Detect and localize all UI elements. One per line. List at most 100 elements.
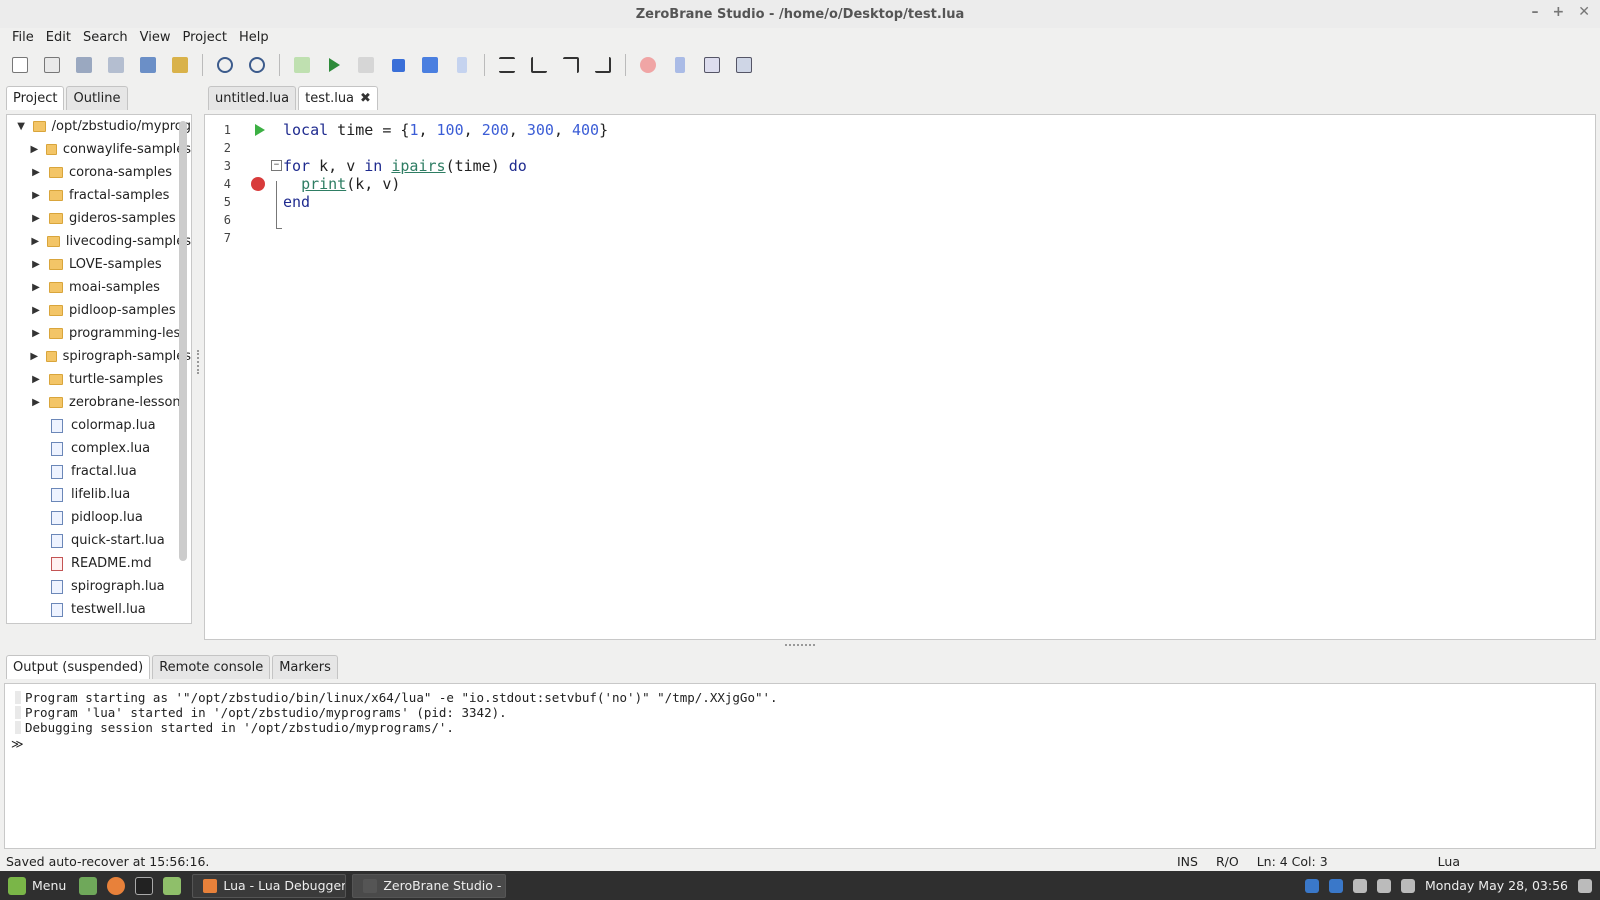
tree-folder[interactable]: ▶ livecoding-samples [7, 230, 191, 253]
bluetooth-icon[interactable] [1328, 878, 1343, 893]
tree-folder[interactable]: ▶ zerobrane-lessons [7, 391, 191, 414]
tree-file[interactable]: testwell.lua [7, 598, 191, 621]
collapsed-arrow-icon[interactable]: ▶ [29, 167, 43, 178]
menu-project[interactable]: Project [176, 28, 232, 48]
tree-file[interactable]: colormap.lua [7, 414, 191, 437]
tree-folder[interactable]: ▶ programming-less [7, 322, 191, 345]
project-dir-choose-icon [172, 57, 188, 73]
collapsed-arrow-icon[interactable]: ▶ [29, 144, 40, 155]
user-icon[interactable] [1352, 878, 1367, 893]
tab-test-lua[interactable]: test.lua ✖ [298, 86, 378, 110]
tree-file[interactable]: README.md [7, 552, 191, 575]
stop-button[interactable] [384, 52, 412, 78]
tree-file[interactable]: quick-start.lua [7, 529, 191, 552]
tab-markers[interactable]: Markers [272, 655, 338, 679]
project-dir-choose-button[interactable] [166, 52, 194, 78]
run-as-scratchpad-button[interactable] [288, 52, 316, 78]
collapsed-arrow-icon[interactable]: ▶ [29, 305, 43, 316]
menu-file[interactable]: File [6, 28, 40, 48]
collapsed-arrow-icon[interactable]: ▶ [29, 374, 43, 385]
find-button[interactable] [211, 52, 239, 78]
volume-icon[interactable] [1578, 878, 1592, 893]
tree-folder[interactable]: ▶ conwaylife-samples [7, 138, 191, 161]
start-menu-button[interactable]: Menu [0, 876, 74, 895]
tree-folder[interactable]: ▶ gideros-samples [7, 207, 191, 230]
new-file-button[interactable] [6, 52, 34, 78]
step-into-button[interactable] [493, 52, 521, 78]
step-out-button[interactable] [557, 52, 585, 78]
tree-file[interactable]: spirograph.lua [7, 575, 191, 598]
collapsed-arrow-icon[interactable]: ▶ [29, 351, 40, 362]
save-button[interactable] [70, 52, 98, 78]
tree-folder[interactable]: ▶ fractal-samples [7, 184, 191, 207]
clock[interactable]: Monday May 28, 03:56 [1425, 878, 1568, 893]
brightness-icon[interactable] [1400, 878, 1415, 893]
menu-help[interactable]: Help [233, 28, 275, 48]
collapsed-arrow-icon[interactable]: ▶ [29, 259, 43, 270]
shield-icon[interactable] [1304, 878, 1319, 893]
run-to-cursor-button[interactable] [352, 52, 380, 78]
tree-folder[interactable]: ▶ spirograph-samples [7, 345, 191, 368]
tab-output[interactable]: Output (suspended) [6, 655, 151, 679]
stack-window-button[interactable] [698, 52, 726, 78]
firefox-icon[interactable] [107, 876, 126, 895]
project-dir-button[interactable] [134, 52, 162, 78]
breakpoint-icon[interactable] [251, 177, 265, 191]
watch-window-button[interactable] [730, 52, 758, 78]
close-window-button[interactable]: ✕ [1578, 4, 1590, 20]
collapsed-arrow-icon[interactable]: ▶ [29, 328, 43, 339]
task-zerobrane[interactable]: ZeroBrane Studio - /... [352, 873, 507, 898]
fold-toggle-icon[interactable]: − [271, 160, 282, 171]
menu-view[interactable]: View [134, 28, 177, 48]
wifi-icon[interactable] [1376, 878, 1391, 893]
save-all-button[interactable] [102, 52, 130, 78]
tree-root[interactable]: ▼ /opt/zbstudio/myprog [7, 115, 191, 138]
tree-file[interactable]: complex.lua [7, 437, 191, 460]
expanded-arrow-icon[interactable]: ▼ [15, 121, 27, 132]
terminal-icon[interactable] [135, 876, 154, 895]
tab-untitled-lua[interactable]: untitled.lua [208, 86, 297, 110]
task-lua-debugger[interactable]: Lua - Lua Debugger ... [192, 873, 347, 898]
run-to-button[interactable] [589, 52, 617, 78]
menu-edit[interactable]: Edit [40, 28, 77, 48]
collapsed-arrow-icon[interactable]: ▶ [29, 282, 43, 293]
step-over-button[interactable] [525, 52, 553, 78]
editor-gutter[interactable]: 1 2 3− 4 5 6 7 [205, 121, 282, 247]
tree-file[interactable]: lifelib.lua [7, 483, 191, 506]
tree-folder[interactable]: ▶ corona-samples [7, 161, 191, 184]
continue-button[interactable] [416, 52, 444, 78]
maximize-button[interactable]: + [1553, 4, 1565, 20]
lua-file-icon [51, 441, 63, 456]
menu-search[interactable]: Search [77, 28, 134, 48]
collapsed-arrow-icon[interactable]: ▶ [29, 190, 43, 201]
run-button[interactable] [320, 52, 348, 78]
tab-remote-console[interactable]: Remote console [152, 655, 271, 679]
tab-outline[interactable]: Outline [66, 86, 128, 110]
tree-folder[interactable]: ▶ moai-samples [7, 276, 191, 299]
tree-file[interactable]: fractal.lua [7, 460, 191, 483]
horizontal-splitter[interactable] [785, 644, 815, 646]
vertical-splitter[interactable] [197, 350, 199, 374]
find-in-files-button[interactable] [243, 52, 271, 78]
show-desktop-icon[interactable] [79, 876, 98, 895]
code-text[interactable]: local time = {1, 100, 200, 300, 400} for… [283, 121, 608, 247]
collapsed-arrow-icon[interactable]: ▶ [29, 397, 43, 408]
tab-project[interactable]: Project [6, 86, 65, 110]
tree-scrollbar[interactable] [179, 121, 187, 561]
close-tab-icon[interactable]: ✖ [360, 91, 371, 106]
toggle-breakpoint-button[interactable] [634, 52, 662, 78]
tree-folder[interactable]: ▶ turtle-samples [7, 368, 191, 391]
console-prompt[interactable]: ≫ [11, 737, 24, 751]
code-editor[interactable]: 1 2 3− 4 5 6 7 local time = {1, 100, 200… [204, 114, 1596, 640]
tree-folder[interactable]: ▶ LOVE-samples [7, 253, 191, 276]
minimize-button[interactable]: – [1532, 4, 1539, 20]
files-icon[interactable] [163, 876, 182, 895]
break-button[interactable] [448, 52, 476, 78]
collapsed-arrow-icon[interactable]: ▶ [29, 213, 43, 224]
output-console[interactable]: Program starting as '"/opt/zbstudio/bin/… [4, 683, 1596, 849]
collapsed-arrow-icon[interactable]: ▶ [29, 236, 41, 247]
tree-folder[interactable]: ▶ pidloop-samples [7, 299, 191, 322]
open-file-button[interactable] [38, 52, 66, 78]
tree-file[interactable]: pidloop.lua [7, 506, 191, 529]
bookmark-button[interactable] [666, 52, 694, 78]
